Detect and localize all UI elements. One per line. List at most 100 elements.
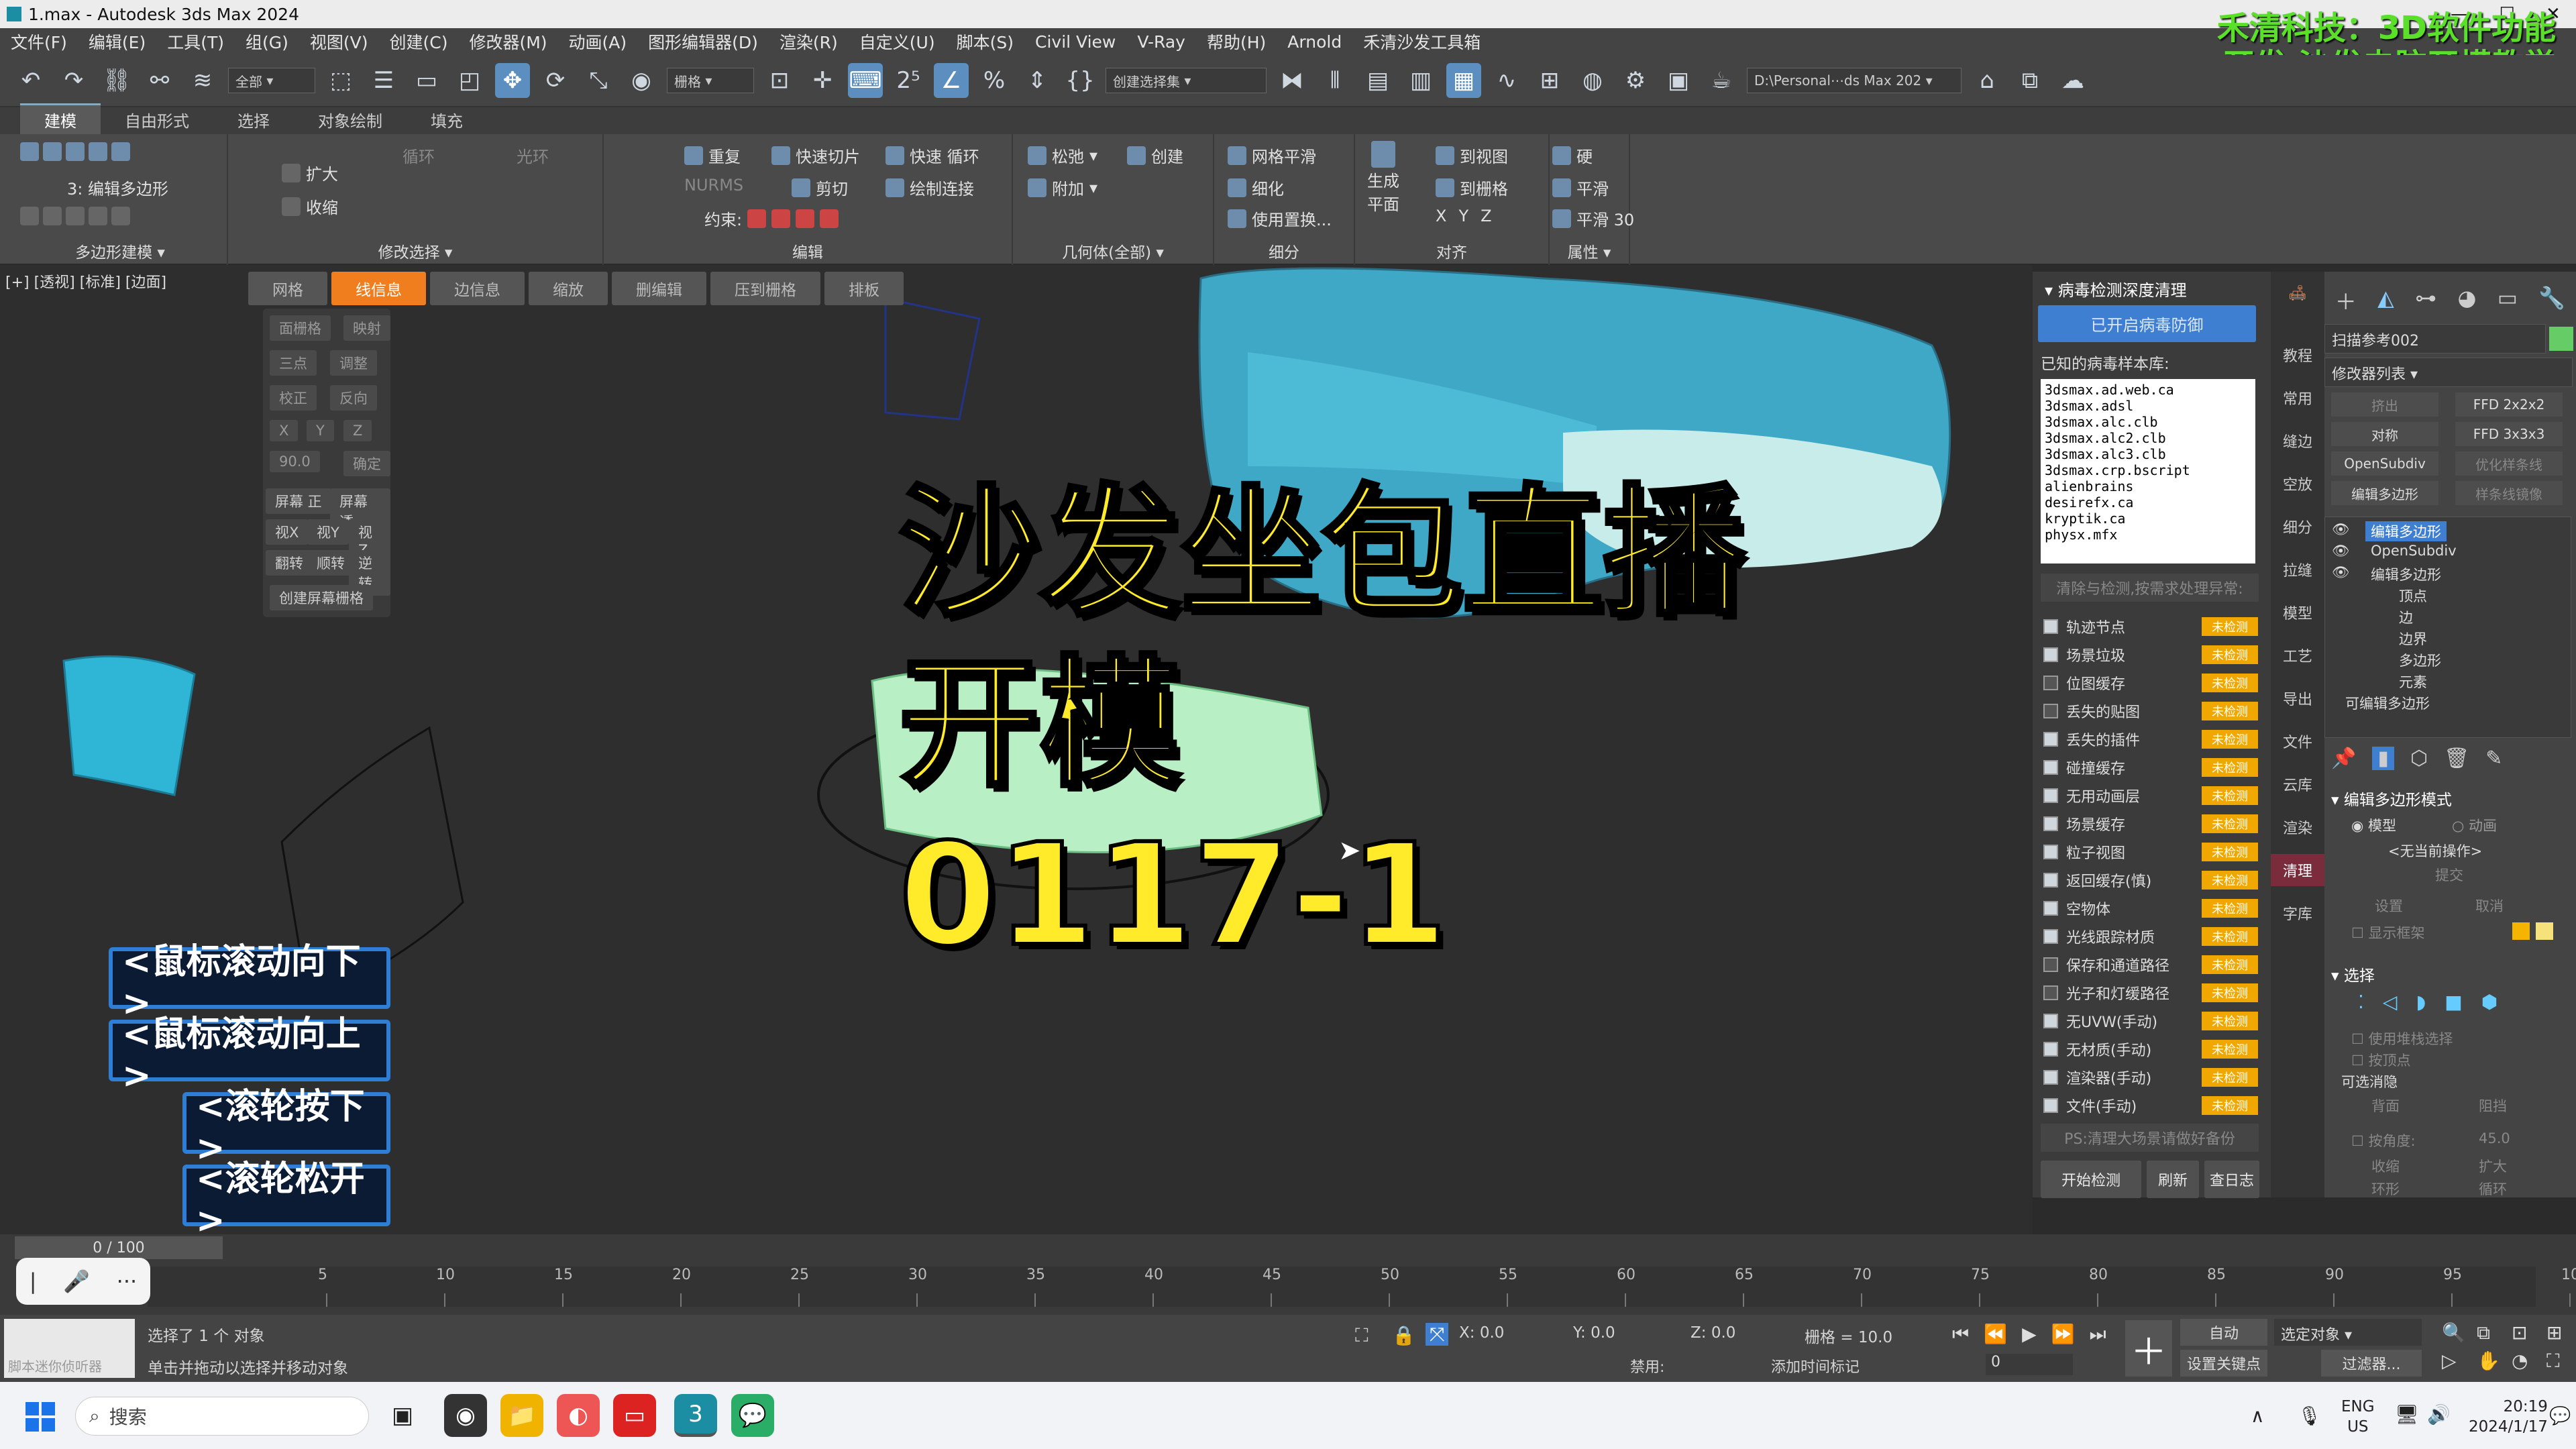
side-tab[interactable]: 缝边 xyxy=(2271,425,2324,457)
select-manipulate-icon[interactable]: ✛ xyxy=(805,63,840,98)
cage-color-swatch[interactable] xyxy=(2512,922,2530,940)
polygon-level-icon[interactable]: ■ xyxy=(2445,991,2462,1013)
virus-protection-button[interactable]: 已开启病毒防御 xyxy=(2038,305,2256,342)
modify-tab-icon[interactable]: ◭ xyxy=(2377,285,2394,316)
stack-sub-border[interactable]: 边界 xyxy=(2399,629,2427,649)
checkbox[interactable] xyxy=(2043,957,2058,972)
mod-ffd222-button[interactable]: FFD 2x2x2 xyxy=(2455,392,2563,417)
clean-option-row[interactable]: 保存和通道路径 未检测 xyxy=(2043,953,2258,976)
prev-frame-icon[interactable]: ⏪ xyxy=(1984,1323,2007,1346)
eye-icon[interactable]: 👁 xyxy=(2332,564,2350,581)
stack-sub-vertex[interactable]: 顶点 xyxy=(2399,586,2427,606)
coord-x[interactable]: X: 0.0 xyxy=(1459,1324,1504,1342)
sample-item[interactable]: 3dsmax.alc2.clb xyxy=(2045,430,2251,446)
clean-option-row[interactable]: 文件(手动) 未检测 xyxy=(2043,1094,2258,1117)
checkbox[interactable] xyxy=(2043,732,2058,747)
stack-item-editable-poly[interactable]: 可编辑多边形 xyxy=(2345,693,2430,713)
start-icon[interactable] xyxy=(25,1402,55,1432)
map-button[interactable]: 映射 xyxy=(343,315,390,341)
checkbox[interactable] xyxy=(2043,845,2058,859)
paint-connect-button[interactable]: 绘制连接 xyxy=(885,176,974,199)
fov-icon[interactable]: ▷ xyxy=(2442,1350,2471,1373)
caddy-line-info[interactable]: 线信息 xyxy=(331,272,426,305)
app-icon-color[interactable]: ◉ xyxy=(444,1394,487,1437)
more-icon[interactable]: ··· xyxy=(117,1269,138,1294)
align-x[interactable]: X xyxy=(1436,207,1446,225)
configure-sets-icon[interactable]: ✎ xyxy=(2485,747,2502,770)
view-y-button[interactable]: 视Y xyxy=(307,519,349,545)
isolate-icon[interactable]: ⛶ xyxy=(1355,1324,1368,1347)
caddy-press-grid[interactable]: 压到栅格 xyxy=(710,272,820,305)
poly-tools-icons[interactable] xyxy=(20,207,130,225)
confirm-button[interactable]: 确定 xyxy=(343,451,390,476)
side-tab[interactable]: 模型 xyxy=(2271,596,2324,629)
stack-sub-element[interactable]: 元素 xyxy=(2399,672,2427,692)
sample-item[interactable]: 3dsmax.ad.web.ca xyxy=(2045,382,2251,398)
render-frame-icon[interactable]: ▣ xyxy=(1661,63,1696,98)
checkbox[interactable] xyxy=(2043,647,2058,662)
select-by-name-icon[interactable]: ☰ xyxy=(366,63,401,98)
ring-button[interactable]: 光环 xyxy=(517,144,549,167)
stack-sub-edge[interactable]: 边 xyxy=(2399,607,2413,627)
menu-graph-editors[interactable]: 图形编辑器(D) xyxy=(637,30,769,54)
clean-option-row[interactable]: 空物体 未检测 xyxy=(2043,897,2258,920)
play-icon[interactable]: ▶ xyxy=(2022,1323,2037,1346)
selection-filter-dropdown[interactable]: 全部 ▾ xyxy=(228,68,315,93)
orbit-icon[interactable]: ◔ xyxy=(2512,1350,2541,1373)
hard-button[interactable]: 硬 xyxy=(1552,144,1593,167)
angle-snap-icon[interactable]: ∠ xyxy=(934,63,969,98)
rotate-cw-button[interactable]: 顺转 xyxy=(307,550,354,576)
screen-ortho-button[interactable]: 屏幕 正 xyxy=(266,488,331,514)
microphone-icon[interactable]: 🎤 xyxy=(63,1269,90,1294)
rect-selection-icon[interactable]: ▭ xyxy=(409,63,444,98)
tab-object-paint[interactable]: 对象绘制 xyxy=(294,105,407,134)
rollout-edit-poly-mode[interactable]: ▾ 编辑多边形模式 xyxy=(2331,787,2452,810)
tab-populate[interactable]: 填充 xyxy=(407,105,487,134)
material-editor-icon[interactable]: ◍ xyxy=(1575,63,1610,98)
reference-coord-dropdown[interactable]: 栅格 ▾ xyxy=(667,68,754,93)
loop-button[interactable]: 循环 xyxy=(402,144,435,167)
loop-selection-button[interactable]: 循环 xyxy=(2479,1179,2507,1199)
render-setup-icon[interactable]: ⚙ xyxy=(1618,63,1653,98)
backface-checkbox[interactable]: 背面 xyxy=(2371,1095,2400,1116)
tray-chevron-icon[interactable]: ∧ xyxy=(2251,1405,2265,1427)
nurms-button[interactable]: NURMS xyxy=(684,176,743,195)
unlink-icon[interactable]: ⚯ xyxy=(142,63,177,98)
project-path-dropdown[interactable]: D:\Personal⋯ds Max 202 ▾ xyxy=(1747,68,1962,93)
mod-opensubdiv-button[interactable]: OpenSubdiv xyxy=(2331,451,2438,476)
use-stack-selection-checkbox[interactable]: ☐ 使用堆栈选择 xyxy=(2351,1028,2453,1049)
redo-icon[interactable]: ↷ xyxy=(56,63,91,98)
pin-stack-icon[interactable]: 📌 xyxy=(2331,747,2356,770)
checkbox[interactable] xyxy=(2043,788,2058,803)
place-icon[interactable]: ◉ xyxy=(624,63,659,98)
edit-named-sets-icon[interactable]: {} xyxy=(1063,63,1097,98)
utilities-tab-icon[interactable]: 🔧 xyxy=(2538,285,2565,316)
menu-scripting[interactable]: 脚本(S) xyxy=(946,30,1024,54)
make-unique-icon[interactable]: ⬡ xyxy=(2410,747,2428,770)
notification-icon[interactable]: 💬 xyxy=(2549,1406,2571,1426)
key-filters-button[interactable]: 过滤器... xyxy=(2321,1350,2422,1377)
tab-freeform[interactable]: 自由形式 xyxy=(101,105,213,134)
create-tab-icon[interactable]: ＋ xyxy=(2335,285,2357,316)
zoom-extents-all-icon[interactable]: ⊞ xyxy=(2546,1322,2576,1344)
current-frame-input[interactable]: 0 xyxy=(1986,1354,2073,1375)
start-scan-button[interactable]: 开始检测 xyxy=(2041,1161,2141,1198)
three-point-button[interactable]: 三点 xyxy=(270,350,317,376)
swiftloop-button[interactable]: 快速 循环 xyxy=(885,144,979,167)
checkbox[interactable] xyxy=(2043,1042,2058,1057)
stack-item-edit-poly-2[interactable]: 编辑多边形 xyxy=(2371,564,2441,584)
caddy-layout[interactable]: 排板 xyxy=(824,272,904,305)
caddy-scale[interactable]: 缩放 xyxy=(529,272,608,305)
clean-option-row[interactable]: 渲染器(手动) 未检测 xyxy=(2043,1066,2258,1089)
to-grid-button[interactable]: 到栅格 xyxy=(1436,176,1508,199)
taskbar-search[interactable]: ⌕ 搜索 xyxy=(75,1397,369,1436)
axis-z-radio[interactable]: Z xyxy=(343,420,372,441)
vertex-level-icon[interactable]: ⁚ xyxy=(2358,991,2364,1013)
side-tab[interactable]: 教程 xyxy=(2271,339,2324,371)
clean-option-row[interactable]: 无UVW(手动) 未检测 xyxy=(2043,1010,2258,1032)
mod-ffd333-button[interactable]: FFD 3x3x3 xyxy=(2455,422,2563,446)
checkbox[interactable] xyxy=(2043,676,2058,690)
maxscript-listener[interactable]: 脚本迷你侦听器 xyxy=(4,1319,135,1378)
menu-vray[interactable]: V-Ray xyxy=(1126,32,1196,52)
show-end-result-icon[interactable]: ▮ xyxy=(2372,747,2394,770)
